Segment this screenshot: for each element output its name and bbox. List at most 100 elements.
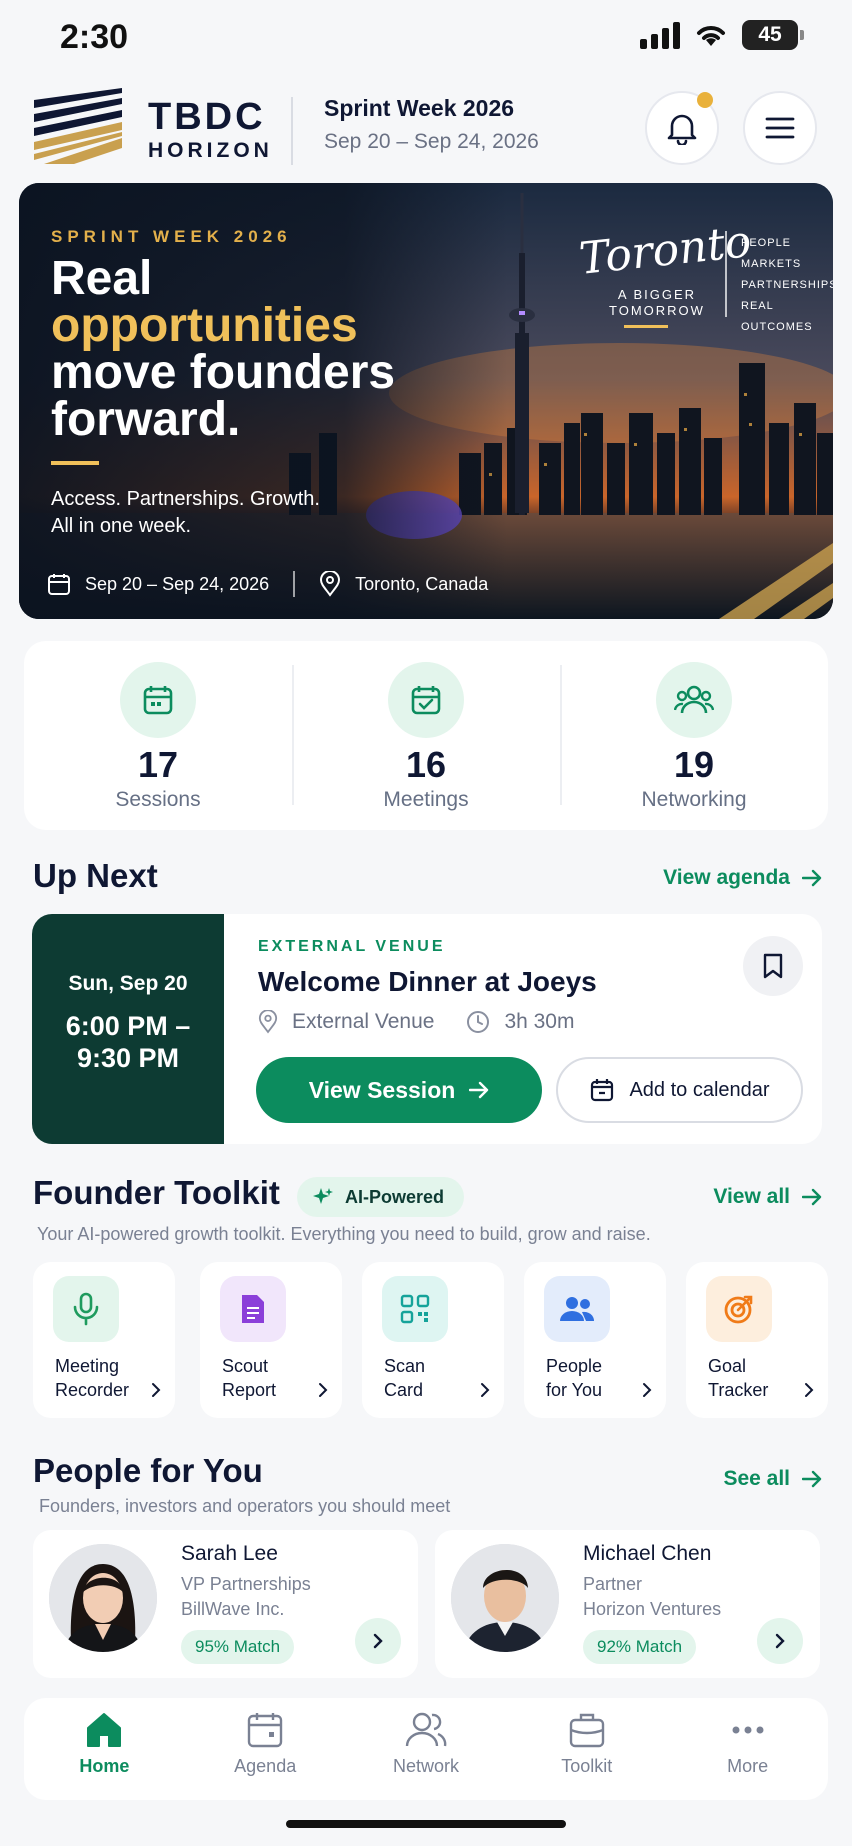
toronto-pillars: PEOPLE MARKETS PARTNERSHIPS REAL OUTCOME…	[741, 233, 833, 338]
venue-tag: EXTERNAL VENUE	[258, 938, 446, 955]
event-name: Sprint Week 2026	[324, 95, 515, 121]
tool-people-for-you[interactable]: People for You	[524, 1262, 666, 1418]
tool-scout-report[interactable]: Scout Report	[200, 1262, 342, 1418]
location-pin-icon	[258, 1010, 278, 1034]
people-heading: People for You	[33, 1452, 263, 1489]
person-name: Michael Chen	[583, 1542, 712, 1565]
arrow-right-icon	[469, 1081, 489, 1099]
add-to-calendar-button[interactable]: Add to calendar	[556, 1057, 803, 1123]
tool-label: Scan Card	[384, 1356, 426, 1400]
tbdc-logo	[34, 88, 122, 164]
tab-more[interactable]: More	[667, 1698, 828, 1800]
view-all-toolkit-link[interactable]: View all	[713, 1185, 822, 1209]
arrow-right-icon	[802, 1470, 822, 1488]
bookmark-icon	[763, 953, 783, 979]
stat-meetings[interactable]: 16 Meetings	[292, 641, 560, 830]
more-dots-icon	[732, 1726, 764, 1734]
person-company: Horizon Ventures	[583, 1599, 722, 1619]
up-next-card[interactable]: Sun, Sep 20 6:00 PM – 9:30 PM EXTERNAL V…	[32, 914, 822, 1144]
hero-meta-divider	[293, 571, 296, 597]
tool-meeting-recorder[interactable]: Meeting Recorder	[33, 1262, 175, 1418]
session-duration: 3h 30m	[504, 1010, 575, 1033]
hero-location: Toronto, Canada	[355, 573, 489, 594]
sparkle-icon	[313, 1188, 333, 1204]
home-indicator	[286, 1820, 566, 1828]
stat-value: 16	[405, 744, 447, 785]
header-divider	[291, 97, 293, 165]
tab-network[interactable]: Network	[346, 1698, 507, 1800]
match-badge: 92% Match	[583, 1630, 697, 1664]
calendar-check-icon	[388, 662, 464, 738]
session-datetime-panel: Sun, Sep 20 6:00 PM – 9:30 PM	[32, 914, 224, 1144]
tool-goal-tracker[interactable]: Goal Tracker	[686, 1262, 828, 1418]
menu-button[interactable]	[743, 91, 817, 165]
person-company: BillWave Inc.	[181, 1599, 285, 1619]
person-card-michael-chen[interactable]: Michael Chen Partner Horizon Ventures 92…	[435, 1530, 820, 1678]
hamburger-menu-icon	[765, 117, 795, 139]
add-to-calendar-label: Add to calendar	[629, 1078, 770, 1101]
session-title: Welcome Dinner at Joeys	[258, 966, 597, 997]
person-role: Partner Horizon Ventures	[583, 1572, 721, 1622]
hero-subtitle-line: All in one week.	[51, 515, 192, 537]
stat-label: Networking	[641, 788, 747, 811]
bell-icon	[667, 114, 697, 145]
chevron-right-icon	[152, 1383, 161, 1397]
open-profile-button[interactable]	[355, 1618, 401, 1664]
open-profile-button[interactable]	[757, 1618, 803, 1664]
calendar-icon	[120, 662, 196, 738]
hero-meta: Sep 20 – Sep 24, 2026 Toronto, Canada	[47, 571, 488, 597]
hero-title: Real opportunities move founders forward…	[51, 252, 471, 446]
tool-label: Goal Tracker	[708, 1356, 769, 1400]
view-session-button[interactable]: View Session	[256, 1057, 542, 1123]
person-card-sarah-lee[interactable]: Sarah Lee VP Partnerships BillWave Inc. …	[33, 1530, 418, 1678]
person-role: VP Partnerships BillWave Inc.	[181, 1572, 311, 1622]
home-icon	[87, 1713, 122, 1747]
brand-name: TBDC	[148, 96, 266, 138]
clock-icon	[467, 1011, 490, 1033]
toronto-tagline: A BIGGER TOMORROW	[609, 287, 705, 319]
document-icon	[220, 1276, 286, 1342]
session-time-start: 6:00 PM –	[65, 1011, 191, 1041]
avatar	[451, 1544, 559, 1652]
tool-scan-card[interactable]: Scan Card	[362, 1262, 504, 1418]
tab-home[interactable]: Home	[24, 1698, 185, 1800]
calendar-add-icon	[591, 1079, 614, 1102]
hero-title-line: forward.	[51, 393, 241, 446]
ai-powered-badge: AI-Powered	[297, 1177, 465, 1217]
tab-label: More	[727, 1756, 769, 1776]
person-title: Partner	[583, 1574, 643, 1594]
toronto-tagline-line: TOMORROW	[609, 303, 705, 318]
people-icon	[405, 1712, 447, 1747]
tab-toolkit[interactable]: Toolkit	[506, 1698, 667, 1800]
people-icon	[656, 662, 732, 738]
briefcase-icon	[569, 1713, 604, 1748]
target-icon	[706, 1276, 772, 1342]
stat-label: Sessions	[115, 788, 201, 811]
view-agenda-link[interactable]: View agenda	[663, 866, 822, 890]
view-all-label: View all	[713, 1185, 790, 1208]
stat-sessions[interactable]: 17 Sessions	[24, 641, 292, 830]
chevron-right-icon	[643, 1383, 652, 1397]
stat-networking[interactable]: 19 Networking	[560, 641, 828, 830]
tab-label: Network	[392, 1756, 459, 1776]
status-time: 2:30	[60, 18, 129, 56]
tab-label: Toolkit	[561, 1756, 613, 1776]
bottom-tab-bar: Home Agenda Network Toolkit More	[24, 1698, 828, 1800]
brand-wordmark: TBDC HORIZON	[148, 97, 273, 163]
session-meta: External Venue 3h 30m	[258, 1010, 574, 1034]
hero-banner[interactable]: SPRINT WEEK 2026 Real opportunities move…	[19, 183, 833, 619]
see-all-people-link[interactable]: See all	[723, 1467, 822, 1491]
qr-code-icon	[382, 1276, 448, 1342]
location-pin-icon	[320, 571, 341, 597]
hero-subtitle: Access. Partnerships. Growth. All in one…	[51, 486, 320, 540]
notification-dot	[697, 92, 713, 108]
up-next-heading: Up Next	[33, 857, 158, 894]
hero-title-line: Real	[51, 252, 153, 305]
chevron-right-icon	[775, 1633, 785, 1649]
tab-agenda[interactable]: Agenda	[185, 1698, 346, 1800]
calendar-icon	[247, 1713, 283, 1748]
bookmark-button[interactable]	[743, 936, 803, 996]
person-title: VP Partnerships	[181, 1574, 311, 1594]
tool-label: Meeting Recorder	[55, 1356, 130, 1400]
stat-value: 19	[673, 744, 715, 785]
